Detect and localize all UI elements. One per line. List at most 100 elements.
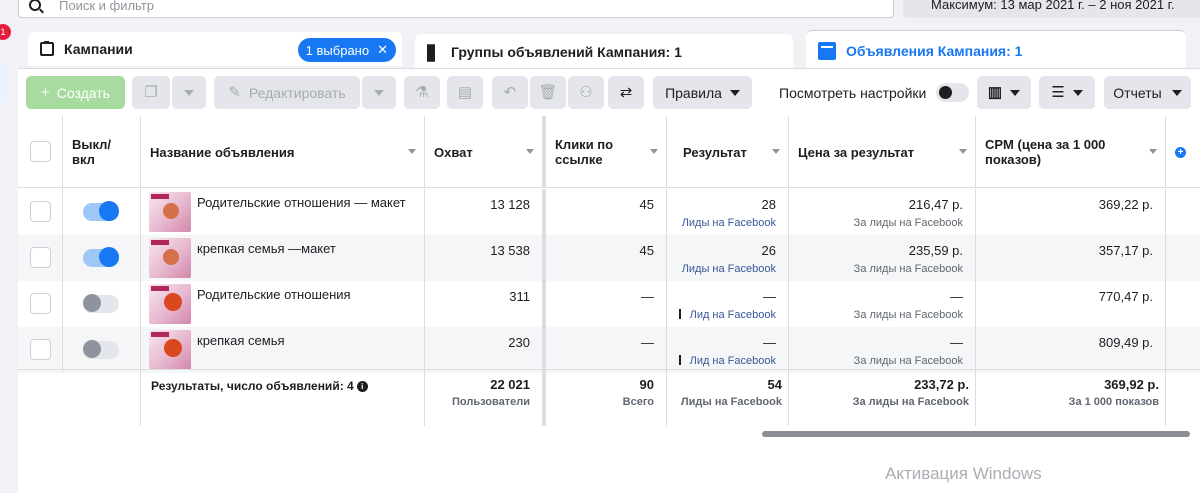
edit-button[interactable]: ✎ Редактировать — [214, 76, 360, 109]
reach-cell: 230 — [425, 327, 546, 373]
undo-icon: ↶ — [503, 84, 517, 101]
edit-dropdown[interactable] — [362, 76, 396, 109]
row-name-cell: Родительские отношения — макет — [141, 189, 425, 235]
column-reach[interactable]: Охват — [425, 116, 546, 188]
result-sub[interactable]: Лиды на Facebook — [667, 217, 776, 229]
ad-name[interactable]: крепкая семья —макет — [197, 241, 336, 256]
info-icon[interactable]: i — [356, 381, 368, 392]
sort-icon[interactable] — [526, 149, 534, 154]
plus-icon: + — [41, 84, 50, 101]
breakdown-button[interactable]: ☰ — [1039, 76, 1095, 109]
column-cost[interactable]: Цена за результат — [789, 116, 976, 188]
table-row[interactable]: крепкая семья —макет 13 538 45 26 Лиды н… — [18, 235, 1200, 281]
result-sub: Лид на Facebook — [689, 309, 776, 321]
totals-cost-sub: За лиды на Facebook — [852, 396, 969, 408]
reach-cell: 13 538 — [425, 235, 546, 281]
result-sub-wrap[interactable]: Лид на Facebook — [667, 309, 776, 321]
add-column-icon[interactable]: + — [1175, 147, 1186, 158]
clicks-cell: 45 — [546, 189, 667, 235]
ad-thumbnail[interactable] — [149, 330, 191, 370]
select-all-checkbox[interactable] — [30, 141, 51, 162]
tab-adsets[interactable]: Группы объявлений Кампания: 1 — [415, 34, 793, 70]
ads-panel: + Создать ❐ ✎ Редактировать ⚗ ▤ ↶ 🗑 ⚇ ⇄ … — [18, 68, 1200, 493]
column-onoff[interactable]: Выкл/ вкл — [63, 116, 141, 188]
date-range-picker[interactable]: Максимум: 13 мар 2021 г. – 2 ноя 2021 г. — [903, 0, 1200, 18]
row-select — [18, 281, 63, 327]
sort-icon[interactable] — [1149, 149, 1157, 154]
create-button[interactable]: + Создать — [26, 76, 125, 109]
ad-name[interactable]: крепкая семья — [197, 333, 285, 348]
reports-button[interactable]: Отчеты — [1104, 76, 1191, 109]
result-sub[interactable]: Лиды на Facebook — [667, 263, 776, 275]
totals-label: Результаты, число объявлений: 4 — [151, 379, 354, 393]
ad-toggle[interactable] — [83, 340, 119, 359]
row-checkbox[interactable] — [30, 339, 51, 360]
cost-cell: 235,59 р. За лиды на Facebook — [789, 235, 976, 281]
view-settings-toggle[interactable] — [936, 83, 970, 102]
result-sub-wrap[interactable]: Лид на Facebook — [667, 355, 776, 367]
totals-result: 54 — [767, 377, 782, 392]
sort-icon[interactable] — [650, 149, 658, 154]
chevron-down-icon — [1072, 89, 1083, 96]
sort-icon[interactable] — [772, 149, 780, 154]
column-result-label: Результат — [683, 144, 747, 160]
ad-name[interactable]: Родительские отношения — макет — [197, 195, 406, 210]
tab-ads[interactable]: Объявления Кампания: 1 — [806, 30, 1186, 70]
close-icon[interactable]: ✕ — [377, 42, 388, 58]
sort-icon[interactable] — [408, 149, 416, 154]
table-row[interactable]: Родительские отношения — макет 13 128 45… — [18, 189, 1200, 235]
ad-toggle[interactable] — [83, 294, 119, 313]
column-cpm[interactable]: CPM (цена за 1 000 показов) — [976, 116, 1166, 188]
delete-button[interactable]: 🗑 — [530, 76, 566, 109]
row-name-cell: крепкая семья — [141, 327, 425, 373]
totals-cost: 233,72 р. — [914, 377, 969, 392]
export-button[interactable]: ⇄ — [608, 76, 644, 109]
totals-result-sub: Лиды на Facebook — [680, 396, 782, 408]
table-row[interactable]: крепкая семья 230 — — Лид на Facebook — … — [18, 327, 1200, 373]
row-select — [18, 189, 63, 235]
tab-campaigns[interactable]: Кампании 1 выбрано ✕ — [28, 32, 402, 66]
totals-cpm: 369,92 р. — [1104, 377, 1159, 392]
row-checkbox[interactable] — [30, 247, 51, 268]
ad-thumbnail[interactable] — [149, 284, 191, 324]
row-select — [18, 235, 63, 281]
totals-cpm-cell: 369,92 р. За 1 000 показов — [976, 370, 1166, 426]
ad-toggle[interactable] — [83, 247, 119, 267]
totals-cost-cell: 233,72 р. За лиды на Facebook — [789, 370, 976, 426]
horizontal-scrollbar[interactable] — [762, 431, 1190, 437]
column-cost-label: Цена за результат — [798, 144, 915, 160]
table-row[interactable]: Родительские отношения 311 — — Лид на Fa… — [18, 281, 1200, 327]
selection-pill[interactable]: 1 выбрано ✕ — [297, 38, 396, 62]
chevron-down-icon — [729, 89, 740, 96]
column-clicks[interactable]: Клики по ссылке — [546, 116, 667, 188]
edit-button-label: Редактировать — [248, 84, 346, 101]
ads-table: Выкл/ вкл Название объявления Охват Клик… — [18, 116, 1200, 429]
search-placeholder: Поиск и фильтр — [59, 0, 154, 13]
duplicate-dropdown[interactable] — [172, 76, 206, 109]
duplicate-button[interactable]: ❐ — [132, 76, 170, 109]
totals-row: Результаты, число объявлений: 4i 22 021 … — [18, 369, 1200, 426]
ad-toggle[interactable] — [83, 201, 119, 221]
column-result[interactable]: Результат — [667, 116, 789, 188]
row-checkbox[interactable] — [30, 201, 51, 222]
ad-name[interactable]: Родительские отношения — [197, 287, 351, 302]
rules-button[interactable]: Правила — [653, 76, 752, 109]
pencil-icon: ✎ — [228, 84, 241, 101]
column-name[interactable]: Название объявления — [141, 116, 425, 188]
cpm-cell: 770,47 р. — [976, 281, 1166, 327]
totals-clicks: 90 — [639, 377, 654, 392]
columns-button[interactable]: ▥ — [977, 76, 1031, 109]
undo-button[interactable]: ↶ — [492, 76, 528, 109]
search-input[interactable]: Поиск и фильтр — [18, 0, 894, 18]
row-checkbox[interactable] — [30, 293, 51, 314]
clipboard-button[interactable]: ▤ — [447, 76, 483, 109]
chevron-down-icon — [1171, 89, 1182, 96]
row-toggle-cell — [63, 189, 141, 235]
audience-button[interactable]: ⚇ — [568, 76, 604, 109]
ad-thumbnail[interactable] — [149, 238, 191, 278]
ab-test-button[interactable]: ⚗ — [404, 76, 440, 109]
row-select — [18, 327, 63, 373]
sort-icon[interactable] — [959, 149, 967, 154]
ad-thumbnail[interactable] — [149, 192, 191, 232]
ad-icon — [818, 41, 836, 60]
